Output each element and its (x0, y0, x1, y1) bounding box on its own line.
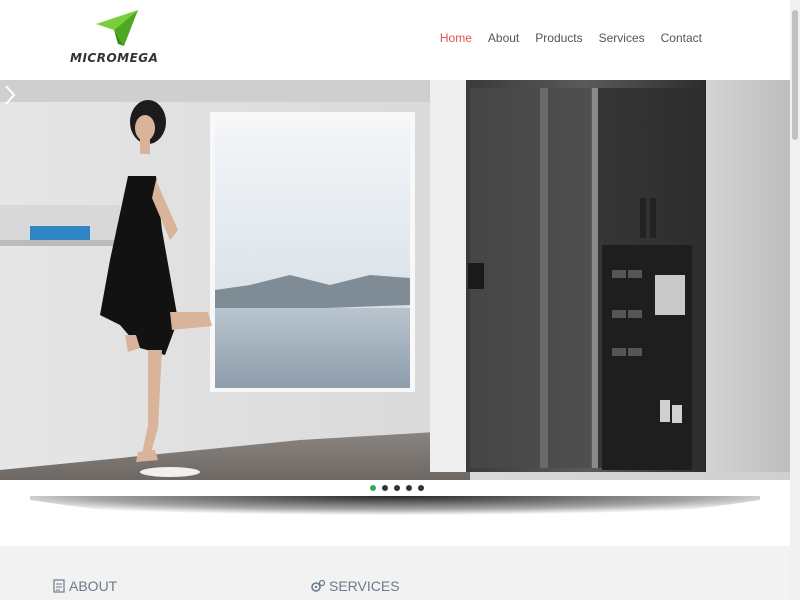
brand-name: MICROMEGA (70, 51, 159, 65)
document-icon (53, 579, 65, 593)
nav-contact[interactable]: Contact (661, 31, 702, 45)
chevron-right-icon[interactable] (0, 80, 20, 110)
nav-home[interactable]: Home (440, 31, 472, 45)
slider-dot-4[interactable] (406, 485, 412, 491)
page-scrollbar[interactable] (790, 0, 800, 600)
paper-plane-icon (96, 10, 138, 46)
content-section: ABOUT SERVICES (0, 546, 790, 600)
slider-dots (370, 485, 424, 491)
about-heading: ABOUT (52, 578, 117, 594)
nav-services[interactable]: Services (599, 31, 645, 45)
site-logo[interactable]: MICROMEGA (70, 10, 160, 70)
about-title: ABOUT (69, 578, 118, 594)
nav-about[interactable]: About (488, 31, 519, 45)
services-title: SERVICES (329, 578, 400, 594)
scrollbar-thumb[interactable] (792, 10, 798, 140)
hero-slider[interactable] (0, 80, 790, 480)
main-nav: Home About Products Services Contact (440, 31, 702, 45)
nav-products[interactable]: Products (535, 31, 582, 45)
slider-dot-5[interactable] (418, 485, 424, 491)
hero-slide-image (0, 80, 790, 480)
services-heading: SERVICES (310, 578, 400, 594)
slider-shadow (30, 496, 760, 536)
slider-dot-2[interactable] (382, 485, 388, 491)
gears-icon (311, 579, 326, 592)
slider-dot-1[interactable] (370, 485, 376, 491)
slider-dot-3[interactable] (394, 485, 400, 491)
site-header: MICROMEGA Home About Products Services C… (0, 0, 790, 80)
